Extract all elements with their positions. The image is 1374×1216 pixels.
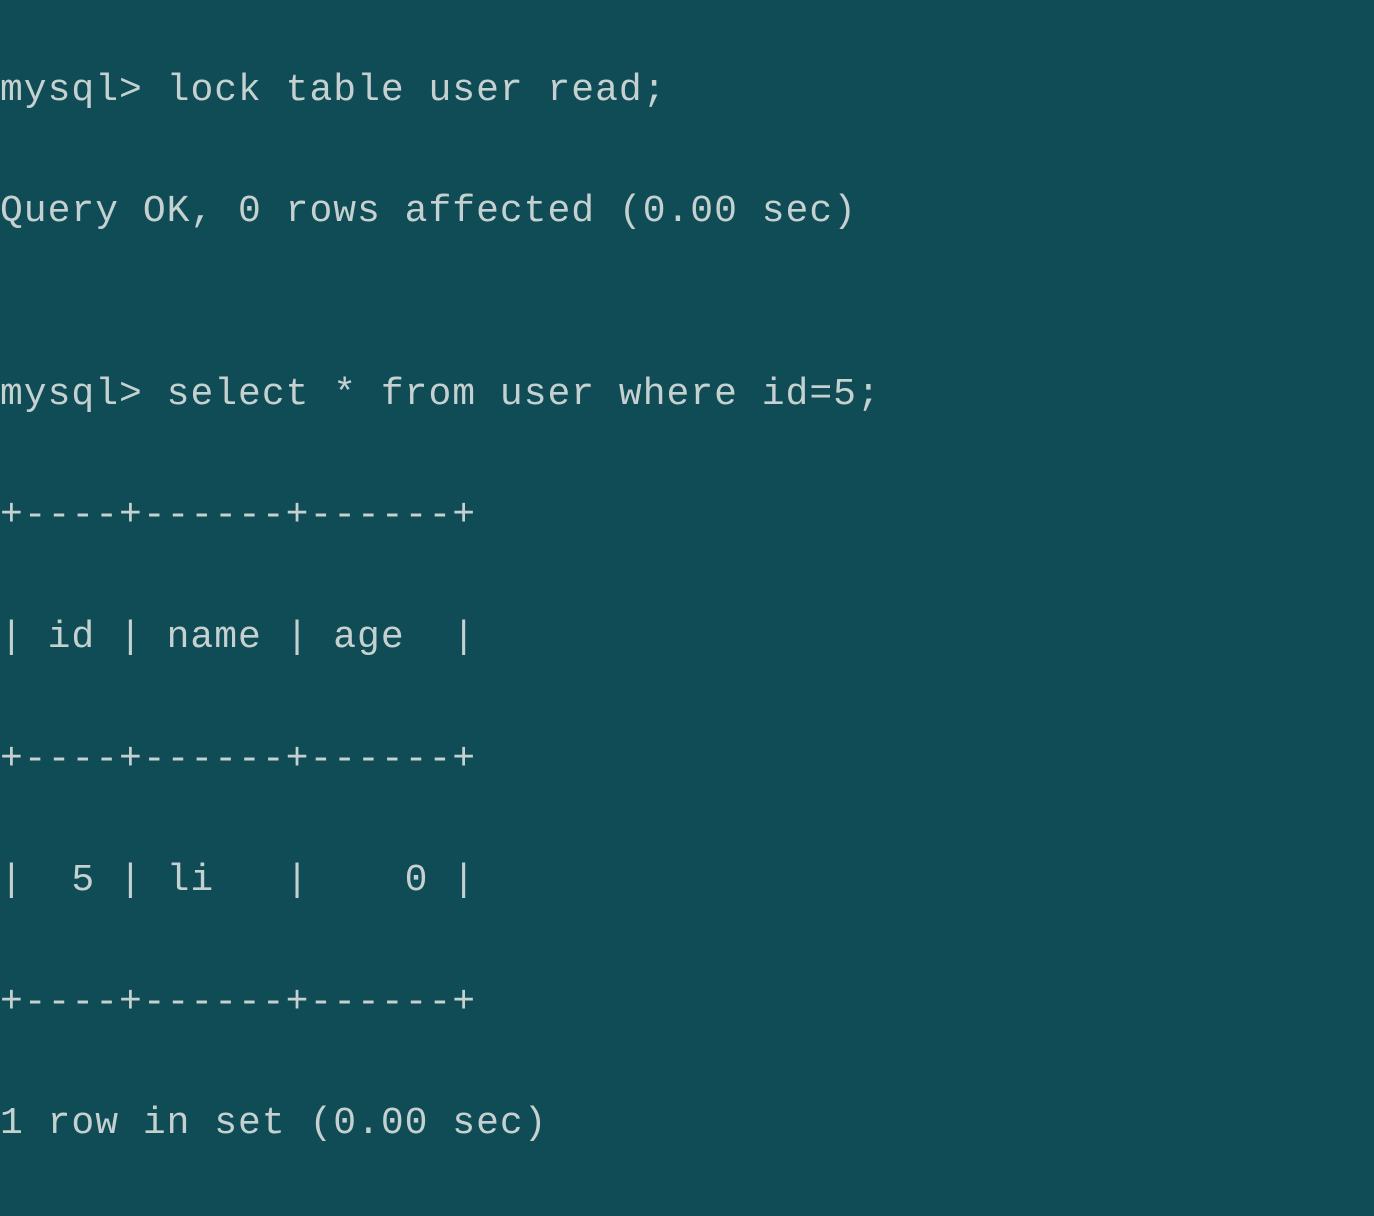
table-row: | 5 | li | 0 | (0, 851, 1374, 912)
terminal-line-command: mysql> lock table user read; (0, 61, 1374, 122)
table-border: +----+------+------+ (0, 486, 1374, 547)
table-border: +----+------+------+ (0, 973, 1374, 1034)
mysql-prompt: mysql> (0, 373, 167, 416)
table-header: | id | name | age | (0, 608, 1374, 669)
terminal-line-summary: 1 row in set (0.00 sec) (0, 1094, 1374, 1155)
terminal-line-command: mysql> select * from user where id=5; (0, 365, 1374, 426)
terminal-line-status: Query OK, 0 rows affected (0.00 sec) (0, 182, 1374, 243)
table-border: +----+------+------+ (0, 730, 1374, 791)
mysql-prompt: mysql> (0, 69, 167, 112)
sql-command: select * from user where id=5; (167, 373, 881, 416)
mysql-terminal[interactable]: mysql> lock table user read; Query OK, 0… (0, 0, 1374, 1216)
sql-command: lock table user read; (167, 69, 667, 112)
